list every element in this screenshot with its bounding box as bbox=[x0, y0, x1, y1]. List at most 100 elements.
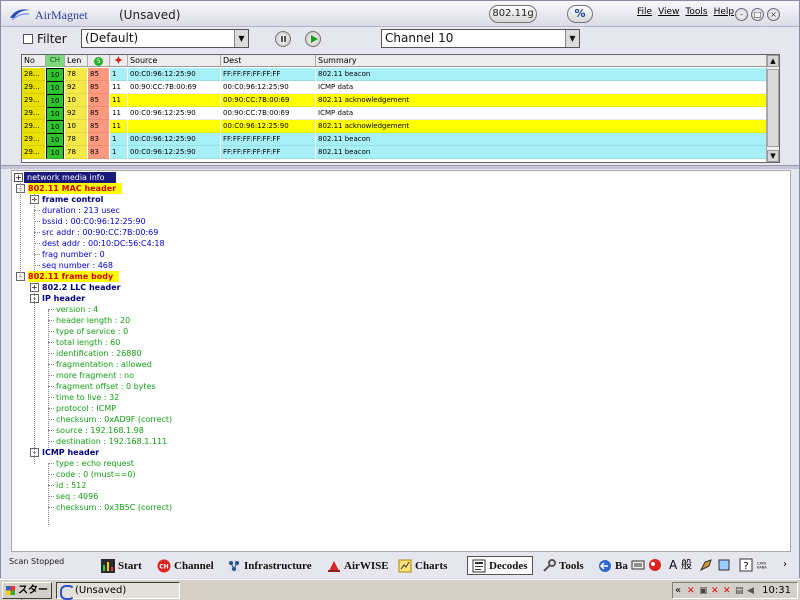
table-row[interactable]: 29... 10 10 85 11 00:90:CC:7B:00:69 802.11 ack… bbox=[22, 94, 767, 107]
col-dest[interactable]: Dest bbox=[221, 55, 316, 67]
menu-help[interactable]: Help bbox=[714, 7, 735, 17]
cell-noise: 1 bbox=[110, 146, 127, 159]
col-no[interactable]: No bbox=[22, 55, 46, 67]
nav-channel[interactable]: CH Channel bbox=[157, 556, 214, 575]
scroll-thumb[interactable] bbox=[767, 69, 779, 147]
scroll-up-icon[interactable]: ▲ bbox=[767, 55, 779, 67]
play-button[interactable] bbox=[305, 31, 321, 47]
help-icon[interactable]: ? bbox=[739, 558, 753, 572]
tree-node[interactable]: + frame control bbox=[12, 194, 790, 205]
cell-noise: 11 bbox=[110, 107, 127, 120]
network-disconnected-icon[interactable]: ✕ bbox=[711, 586, 721, 596]
table-row[interactable]: 28... 10 78 85 1 00:C0:96:12:25:90 FF:FF:FF:FF… bbox=[22, 68, 767, 81]
tree-node[interactable]: identification : 26880 bbox=[12, 348, 790, 359]
filter-checkbox[interactable] bbox=[23, 34, 33, 44]
network-disconnected-icon[interactable]: ✕ bbox=[723, 586, 733, 596]
monitor-icon[interactable]: ▣ bbox=[699, 586, 709, 596]
chevron-down-icon[interactable]: ▼ bbox=[234, 30, 248, 47]
ime-expand-icon[interactable]: › bbox=[783, 558, 797, 572]
tree-node[interactable]: dest addr : 00:10:DC:56:C4:18 bbox=[12, 238, 790, 249]
tree-node[interactable]: seq number : 468 bbox=[12, 260, 790, 271]
cell-noise: 11 bbox=[110, 94, 127, 107]
table-row[interactable]: 29... 10 92 85 11 00:C0:96:12:25:90 00:90:CC:7… bbox=[22, 107, 767, 120]
tray-expand-icon[interactable]: « bbox=[675, 585, 681, 596]
tree-node[interactable]: seq : 4096 bbox=[12, 491, 790, 502]
pane-splitter[interactable] bbox=[1, 165, 799, 169]
nav-decodes[interactable]: Decodes bbox=[467, 556, 533, 575]
nav-charts[interactable]: Charts bbox=[398, 556, 447, 575]
tree-node[interactable]: header length : 20 bbox=[12, 315, 790, 326]
packet-table-scrollbar[interactable]: ▲ ▼ bbox=[766, 55, 779, 162]
col-len[interactable]: Len bbox=[65, 55, 88, 67]
tree-node[interactable]: protocol : ICMP bbox=[12, 403, 790, 414]
band-badge[interactable]: 802.11g bbox=[489, 5, 537, 23]
ime-pad-icon[interactable] bbox=[648, 558, 662, 572]
network-disconnected-icon[interactable]: ✕ bbox=[687, 586, 697, 596]
col-ch[interactable]: CH bbox=[46, 55, 65, 67]
caps-kana-icon[interactable]: CAPSKANA bbox=[757, 558, 771, 572]
ime-tool-icon[interactable] bbox=[699, 558, 713, 572]
menu-view[interactable]: View bbox=[658, 7, 679, 17]
col-signal[interactable]: S bbox=[88, 55, 110, 67]
tree-node[interactable]: src addr : 00:90:CC:7B:00:69 bbox=[12, 227, 790, 238]
tree-node[interactable]: checksum : 0xAD9F (correct) bbox=[12, 414, 790, 425]
scroll-down-icon[interactable]: ▼ bbox=[767, 150, 779, 162]
tree-node[interactable]: - IP header bbox=[12, 293, 790, 304]
expand-icon[interactable]: + bbox=[14, 173, 23, 182]
cell-source: 00:C0:96:12:25:90 bbox=[128, 146, 220, 159]
volume-icon[interactable]: ◀ bbox=[747, 586, 757, 596]
tree-node[interactable]: type of service : 0 bbox=[12, 326, 790, 337]
col-source[interactable]: Source bbox=[128, 55, 221, 67]
cell-dest: FF:FF:FF:FF:FF:FF bbox=[221, 133, 315, 146]
tree-node[interactable]: source : 192.168.1.98 bbox=[12, 425, 790, 436]
display-icon[interactable]: ▤ bbox=[735, 586, 745, 596]
pause-button[interactable] bbox=[275, 31, 291, 47]
tree-node[interactable]: fragment offset : 0 bytes bbox=[12, 381, 790, 392]
tree-node[interactable]: destination : 192.168.1.111 bbox=[12, 436, 790, 447]
tree-node[interactable]: more fragment : no bbox=[12, 370, 790, 381]
tree-node[interactable]: checksum : 0x3B5C (correct) bbox=[12, 502, 790, 513]
table-row[interactable]: 29... 10 10 85 11 00:C0:96:12:25:90 802.11 ack… bbox=[22, 120, 767, 133]
col-noise[interactable] bbox=[110, 55, 128, 67]
tree-node[interactable]: fragmentation : allowed bbox=[12, 359, 790, 370]
tree-node[interactable]: version : 4 bbox=[12, 304, 790, 315]
menu-tools[interactable]: Tools bbox=[685, 7, 707, 17]
table-row[interactable]: 29... 10 78 83 1 00:C0:96:12:25:90 FF:FF:FF:FF… bbox=[22, 146, 767, 159]
tree-node[interactable]: total length : 60 bbox=[12, 337, 790, 348]
ime-kanji-icon[interactable]: 般 bbox=[681, 558, 695, 572]
tree-node[interactable]: bssid : 00:C0:96:12:25:90 bbox=[12, 216, 790, 227]
start-button[interactable]: スタート bbox=[2, 582, 52, 599]
ime-dictionary-icon[interactable] bbox=[717, 558, 731, 572]
cell-dest: FF:FF:FF:FF:FF:FF bbox=[221, 146, 315, 159]
taskbar-item-airmagnet[interactable]: (Unsaved) bbox=[56, 582, 180, 600]
menu-file[interactable]: File bbox=[637, 7, 652, 17]
minimize-button[interactable]: – bbox=[735, 8, 748, 21]
filter-select[interactable]: (Default) ▼ bbox=[81, 29, 249, 48]
windows-taskbar: スタート (Unsaved) « ✕ ▣ ✕ ✕ ▤ ◀ 10:31 bbox=[0, 579, 800, 600]
tree-node[interactable]: +802.2 LLC header bbox=[12, 282, 790, 293]
chevron-down-icon[interactable]: ▼ bbox=[565, 30, 579, 47]
tree-node[interactable]: type : echo request bbox=[12, 458, 790, 469]
tree-node[interactable]: frag number : 0 bbox=[12, 249, 790, 260]
close-button[interactable]: × bbox=[767, 8, 780, 21]
nav-airwise[interactable]: AirWISE bbox=[327, 556, 389, 575]
channel-select[interactable]: Channel 10 ▼ bbox=[381, 29, 580, 48]
nav-start[interactable]: Start bbox=[101, 556, 142, 575]
tree-node[interactable]: code : 0 (must==0) bbox=[12, 469, 790, 480]
maximize-button[interactable]: □ bbox=[751, 8, 764, 21]
tree-node-label: seq number : 468 bbox=[42, 261, 113, 270]
tree-node[interactable]: - ICMP header bbox=[12, 447, 790, 458]
col-summary[interactable]: Summary bbox=[316, 55, 767, 67]
table-row[interactable]: 29... 10 78 83 1 00:C0:96:12:25:90 FF:FF:FF:FF… bbox=[22, 133, 767, 146]
tree-node[interactable]: time to live : 32 bbox=[12, 392, 790, 403]
nav-infrastructure[interactable]: Infrastructure bbox=[227, 556, 312, 575]
tree-node[interactable]: id : 512 bbox=[12, 480, 790, 491]
tree-node[interactable]: -802.11 MAC header bbox=[12, 183, 790, 194]
percent-button[interactable]: % bbox=[567, 5, 593, 23]
nav-more[interactable]: Ba bbox=[598, 556, 628, 575]
tree-node[interactable]: -802.11 frame body bbox=[12, 271, 790, 282]
nav-tools[interactable]: Tools bbox=[542, 556, 584, 575]
keyboard-icon[interactable] bbox=[631, 558, 645, 572]
tree-node[interactable]: duration : 213 usec bbox=[12, 205, 790, 216]
table-row[interactable]: 29... 10 92 85 11 00:90:CC:7B:00:69 00:C0:96:1… bbox=[22, 81, 767, 94]
